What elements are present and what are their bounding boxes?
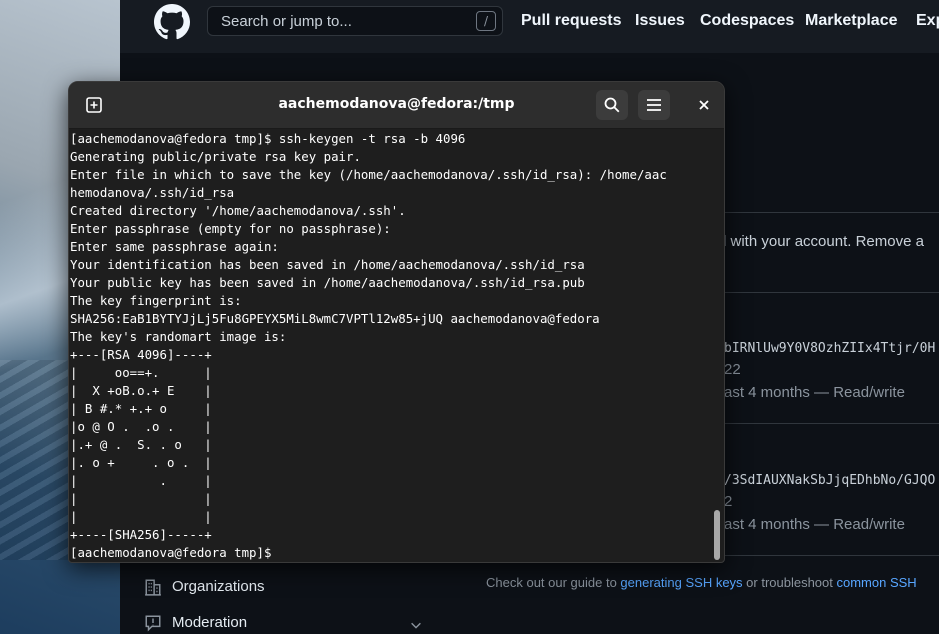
terminal-line: | X +oB.o.+ E | [70, 383, 212, 398]
nav-issues[interactable]: Issues [635, 12, 685, 30]
divider [725, 212, 939, 213]
key2-usage: ast 4 months — Read/write [724, 516, 905, 533]
terminal-line: Your identification has been saved in /h… [70, 257, 585, 272]
github-logo-icon[interactable] [154, 4, 190, 40]
terminal-line: SHA256:EaB1BYTYJjLj5Fu8GPEYX5MiL8wmC7VPT… [70, 311, 600, 326]
report-icon [145, 615, 161, 632]
terminal-line: +----[SHA256]-----+ [70, 527, 212, 542]
key1-fingerprint: bIRNlUw9Y0V8OzhZIIx4Ttjr/0H [724, 341, 936, 356]
github-header: Search or jump to... / Pull requests Iss… [120, 0, 939, 53]
key2-added: 2 [724, 493, 733, 510]
terminal-line: | | [70, 509, 212, 524]
key1-added: 22 [724, 361, 741, 378]
terminal-menu-button[interactable] [638, 90, 670, 120]
terminal-line: The key fingerprint is: [70, 293, 242, 308]
terminal-line: | B #.* +.+ o | [70, 401, 212, 416]
divider [725, 423, 939, 424]
terminal-search-button[interactable] [596, 90, 628, 120]
common-ssh-link[interactable]: common SSH [837, 575, 917, 590]
guide-prefix: Check out our guide to [486, 575, 621, 590]
search-input[interactable]: Search or jump to... / [207, 6, 503, 36]
terminal-line: The key's randomart image is: [70, 329, 287, 344]
terminal-line: Your public key has been saved in /home/… [70, 275, 585, 290]
search-icon [604, 97, 620, 113]
sidebar-item-label: Organizations [172, 578, 265, 595]
search-shortcut-badge: / [476, 11, 496, 31]
chevron-down-icon[interactable] [409, 618, 423, 632]
nav-explore[interactable]: Exp [916, 12, 939, 30]
terminal-line: |. o + . o . | [70, 455, 212, 470]
terminal-output[interactable]: [aachemodanova@fedora tmp]$ ssh-keygen -… [70, 128, 710, 562]
terminal-line: | oo==+. | [70, 365, 212, 380]
ssh-guide-text: Check out our guide to generating SSH ke… [486, 575, 917, 590]
sidebar-item-label: Moderation [172, 614, 248, 631]
terminal-line: Enter same passphrase again: [70, 239, 279, 254]
terminal-titlebar[interactable]: aachemodanova@fedora:/tmp [69, 82, 724, 129]
nav-pull-requests[interactable]: Pull requests [521, 12, 621, 30]
terminal-line: Enter passphrase (empty for no passphras… [70, 221, 391, 236]
nav-codespaces[interactable]: Codespaces [700, 12, 794, 30]
divider [725, 292, 939, 293]
terminal-scrollbar[interactable] [714, 510, 720, 560]
terminal-line: Generating public/private rsa key pair. [70, 149, 361, 164]
terminal-line: [aachemodanova@fedora tmp]$ [70, 545, 279, 560]
terminal-line: |o @ O . .o . | [70, 419, 212, 434]
terminal-line: Created directory '/home/aachemodanova/.… [70, 203, 406, 218]
hamburger-menu-icon [647, 99, 661, 111]
close-window-button[interactable] [688, 90, 720, 120]
terminal-window: aachemodanova@fedora:/tmp [aachemodanova… [68, 81, 725, 563]
search-placeholder: Search or jump to... [221, 13, 352, 30]
organization-icon [145, 579, 161, 596]
terminal-line: +---[RSA 4096]----+ [70, 347, 212, 362]
key1-usage: ast 4 months — Read/write [724, 384, 905, 401]
terminal-line: [aachemodanova@fedora tmp]$ ssh-keygen -… [70, 131, 466, 146]
close-icon [699, 100, 709, 110]
generating-ssh-keys-link[interactable]: generating SSH keys [620, 575, 742, 590]
divider [725, 555, 939, 556]
terminal-line: Enter file in which to save the key (/ho… [70, 167, 667, 182]
terminal-line: |.+ @ . S. . o | [70, 437, 212, 452]
key2-fingerprint: /3SdIAUXNakSbJjqEDhbNo/GJQO [724, 473, 936, 488]
nav-marketplace[interactable]: Marketplace [805, 12, 898, 30]
ssh-keys-description: d with your account. Remove a [718, 233, 924, 250]
guide-middle: or troubleshoot [742, 575, 837, 590]
terminal-line: | . | [70, 473, 212, 488]
terminal-line: | | [70, 491, 212, 506]
terminal-line: hemodanova/.ssh/id_rsa [70, 185, 235, 200]
